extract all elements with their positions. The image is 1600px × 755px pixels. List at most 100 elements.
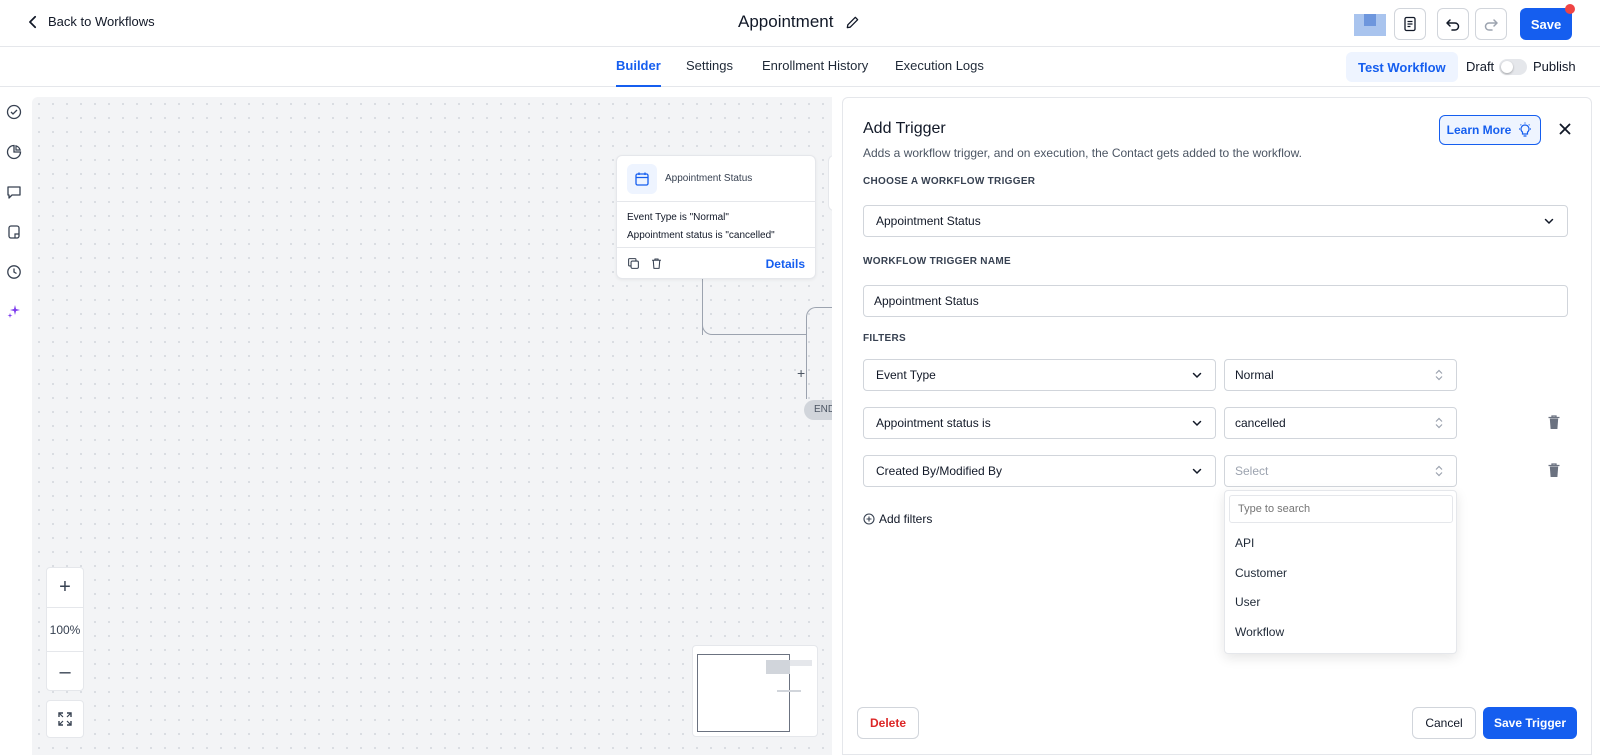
- filter-value: Normal: [1235, 368, 1274, 382]
- trigger-node-conditions: Event Type is "Normal" Appointment statu…: [617, 202, 815, 248]
- trigger-node[interactable]: Appointment Status Event Type is "Normal…: [616, 155, 816, 279]
- note-icon[interactable]: [5, 223, 23, 241]
- history-icon[interactable]: [5, 263, 23, 281]
- minimap[interactable]: [692, 645, 818, 737]
- trigger-node-footer: Details: [617, 248, 815, 279]
- filter-field-value: Event Type: [876, 368, 936, 382]
- filters-label: FILTERS: [863, 333, 907, 344]
- filter-value: cancelled: [1235, 416, 1286, 430]
- delete-filter-button[interactable]: [1546, 462, 1562, 478]
- filter-field-value: Appointment status is: [876, 416, 991, 430]
- condition-line: Event Type is "Normal": [627, 212, 729, 223]
- left-rail: [0, 88, 30, 755]
- choose-trigger-label: CHOOSE A WORKFLOW TRIGGER: [863, 176, 1036, 187]
- zoom-in-button[interactable]: +: [47, 568, 83, 608]
- trash-icon: [1548, 415, 1560, 429]
- filter-value-dropdown: API Customer User Workflow: [1224, 490, 1457, 654]
- document-icon: [1404, 16, 1416, 32]
- page-title: Appointment: [738, 12, 834, 31]
- trigger-node-title: Appointment Status: [665, 173, 753, 184]
- pie-chart-icon[interactable]: [5, 143, 23, 161]
- zoom-out-button[interactable]: –: [47, 652, 83, 692]
- top-bar: Back to Workflows Appointment Save: [0, 0, 1600, 47]
- test-workflow-button[interactable]: Test Workflow: [1346, 52, 1458, 82]
- filter-value-select[interactable]: cancelled: [1224, 407, 1457, 439]
- filter-value-select[interactable]: Normal: [1224, 359, 1457, 391]
- trash-icon[interactable]: [650, 257, 663, 270]
- tab-builder[interactable]: Builder: [616, 58, 661, 87]
- filter-field-value: Created By/Modified By: [876, 464, 1003, 478]
- fit-view-button[interactable]: [46, 700, 84, 738]
- learn-more-label: Learn More: [1446, 123, 1512, 137]
- filter-field-select[interactable]: Appointment status is: [863, 407, 1216, 439]
- chevron-left-icon: [29, 15, 37, 28]
- sparkles-icon[interactable]: [5, 302, 23, 320]
- close-panel-button[interactable]: [1556, 120, 1574, 138]
- dropdown-option-workflow[interactable]: Workflow: [1235, 625, 1284, 639]
- connector-line: [806, 335, 807, 399]
- learn-more-button[interactable]: Learn More: [1439, 115, 1541, 145]
- expand-icon: [58, 712, 72, 726]
- tab-bar: Builder Settings Enrollment History Exec…: [0, 47, 1600, 87]
- draft-label: Draft: [1466, 59, 1495, 74]
- save-button[interactable]: Save: [1520, 8, 1572, 40]
- save-trigger-button[interactable]: Save Trigger: [1483, 707, 1577, 739]
- check-circle-icon[interactable]: [5, 103, 23, 121]
- workflow-notes-button[interactable]: [1394, 8, 1426, 40]
- add-step-button[interactable]: +: [797, 365, 805, 381]
- redo-icon: [1484, 19, 1498, 31]
- tab-execution-logs[interactable]: Execution Logs: [895, 58, 984, 87]
- connector-line: [702, 319, 806, 335]
- lightbulb-icon: [1519, 122, 1532, 137]
- adjacent-node-edge: [828, 155, 832, 211]
- workflow-canvas[interactable]: + END Appointment Status Event Type is "…: [32, 97, 832, 755]
- filter-value-placeholder: Select: [1235, 464, 1269, 478]
- chevron-down-icon: [1192, 420, 1202, 427]
- copy-icon[interactable]: [627, 257, 640, 270]
- cancel-button[interactable]: Cancel: [1412, 707, 1476, 739]
- tab-enrollment-history[interactable]: Enrollment History: [762, 58, 868, 87]
- dropdown-search-input[interactable]: [1229, 495, 1453, 523]
- add-filters-label: Add filters: [879, 512, 933, 526]
- filter-field-select[interactable]: Created By/Modified By: [863, 455, 1216, 487]
- close-icon: [1559, 123, 1571, 135]
- workflow-title-group: Appointment: [738, 12, 860, 32]
- delete-filter-button[interactable]: [1546, 414, 1562, 430]
- panel-subtitle: Adds a workflow trigger, and on executio…: [863, 146, 1302, 160]
- pencil-icon[interactable]: [845, 15, 860, 30]
- zoom-level: 100%: [47, 608, 83, 652]
- filter-field-select[interactable]: Event Type: [863, 359, 1216, 391]
- chevron-down-icon: [1544, 218, 1554, 225]
- avatar[interactable]: [1354, 14, 1386, 36]
- sort-arrows-icon: [1435, 465, 1443, 477]
- chevron-down-icon: [1192, 372, 1202, 379]
- undo-button[interactable]: [1437, 8, 1469, 40]
- delete-trigger-button[interactable]: Delete: [857, 707, 919, 739]
- chevron-down-icon: [1192, 468, 1202, 475]
- filter-value-select[interactable]: Select: [1224, 455, 1457, 487]
- trash-icon: [1548, 463, 1560, 477]
- publish-label: Publish: [1533, 59, 1576, 74]
- redo-button[interactable]: [1475, 8, 1507, 40]
- trigger-type-select[interactable]: Appointment Status: [863, 205, 1568, 237]
- publish-toggle[interactable]: [1499, 59, 1527, 75]
- dropdown-option-customer[interactable]: Customer: [1235, 566, 1287, 580]
- trigger-name-label: WORKFLOW TRIGGER NAME: [863, 256, 1011, 267]
- minimap-node: [766, 660, 790, 674]
- sort-arrows-icon: [1435, 417, 1443, 429]
- dropdown-option-user[interactable]: User: [1235, 595, 1260, 609]
- trigger-name-input[interactable]: Appointment Status: [863, 285, 1568, 317]
- back-to-workflows-link[interactable]: Back to Workflows: [26, 14, 155, 29]
- add-filters-button[interactable]: Add filters: [863, 512, 932, 526]
- back-label: Back to Workflows: [48, 14, 155, 29]
- connector-line: [806, 307, 832, 335]
- tab-settings[interactable]: Settings: [686, 58, 733, 87]
- minimap-node: [777, 690, 801, 692]
- dropdown-option-api[interactable]: API: [1235, 536, 1254, 550]
- panel-title: Add Trigger: [863, 120, 946, 137]
- details-link[interactable]: Details: [766, 257, 805, 271]
- condition-line: Appointment status is "cancelled": [627, 230, 775, 241]
- trigger-type-value: Appointment Status: [876, 214, 981, 228]
- message-icon[interactable]: [5, 183, 23, 201]
- unsaved-indicator: [1565, 4, 1575, 14]
